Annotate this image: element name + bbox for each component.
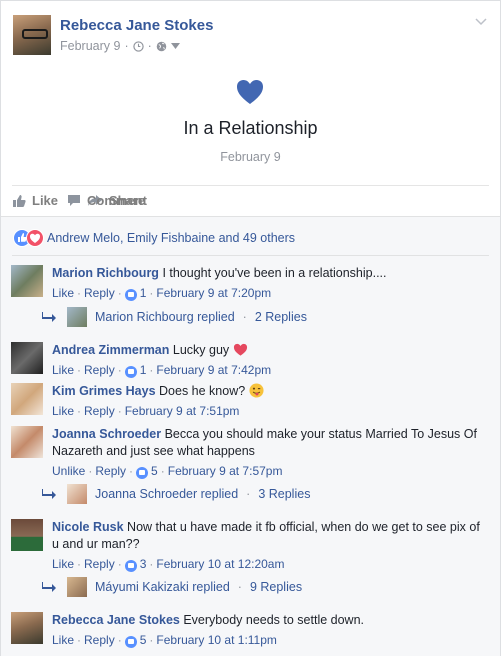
commenter-avatar[interactable] bbox=[11, 383, 43, 415]
comment-like-count[interactable]: 1 bbox=[140, 285, 147, 302]
comment-meta: Like · Reply · 3 · February 10 at 12:20a… bbox=[52, 556, 285, 573]
author-name[interactable]: Rebecca Jane Stokes bbox=[60, 17, 213, 34]
author-avatar[interactable] bbox=[13, 15, 51, 55]
comment-meta: Like · Reply · 1 · February 9 at 7:20pm bbox=[52, 285, 272, 302]
comment-meta: Like · Reply · 1 · February 9 at 7:42pm bbox=[52, 362, 272, 379]
clock-icon bbox=[132, 40, 144, 52]
comment-like-count[interactable]: 1 bbox=[140, 362, 147, 379]
like-count-icon bbox=[124, 288, 137, 301]
comment-date[interactable]: February 9 at 7:20pm bbox=[156, 285, 271, 302]
comment-reply-link[interactable]: Reply bbox=[84, 556, 115, 573]
comment-meta: Like · Reply · February 9 at 7:51pm bbox=[52, 403, 240, 420]
comment-text: Lucky guy bbox=[172, 343, 230, 357]
reactions-names[interactable]: Andrew Melo, Emily Fishbaine and 49 othe… bbox=[47, 231, 295, 245]
commenter-avatar[interactable] bbox=[11, 519, 43, 551]
comment-reply-link[interactable]: Reply bbox=[95, 463, 126, 480]
commenter-avatar[interactable] bbox=[11, 265, 43, 297]
globe-icon[interactable] bbox=[156, 41, 167, 52]
replies-count[interactable]: 9 Replies bbox=[250, 580, 302, 594]
commenter-name[interactable]: Joanna Schroeder bbox=[52, 427, 161, 441]
like-count-icon bbox=[124, 365, 137, 378]
comment-date[interactable]: February 9 at 7:51pm bbox=[125, 403, 240, 420]
comment-reply-link[interactable]: Reply bbox=[84, 285, 115, 302]
like-count-icon bbox=[136, 466, 149, 479]
like-button[interactable]: Like bbox=[12, 193, 58, 208]
comment-label: Comment bbox=[87, 193, 147, 208]
replies-count[interactable]: 3 Replies bbox=[258, 487, 310, 501]
replies-count[interactable]: 2 Replies bbox=[255, 310, 307, 324]
reply-arrow-icon bbox=[42, 489, 56, 499]
reply-arrow-icon bbox=[42, 582, 56, 592]
love-reaction-icon bbox=[26, 229, 44, 247]
comment-meta: Like · Reply · 5 · February 10 at 1:11pm bbox=[52, 632, 277, 649]
comment-meta: Unlike · Reply · 5 · February 9 at 7:57p… bbox=[52, 463, 283, 480]
reply-avatar bbox=[67, 577, 87, 597]
speech-bubble-icon bbox=[68, 195, 80, 206]
comment-like-link[interactable]: Like bbox=[52, 556, 74, 573]
comment-like-link[interactable]: Like bbox=[52, 632, 74, 649]
chevron-down-icon[interactable] bbox=[474, 15, 488, 29]
like-count-icon bbox=[124, 559, 137, 572]
comment-like-link[interactable]: Like bbox=[52, 403, 74, 420]
reactions-summary[interactable]: Andrew Melo, Emily Fishbaine and 49 othe… bbox=[13, 229, 295, 247]
commenter-avatar[interactable] bbox=[11, 426, 43, 458]
winking-tongue-emoji-icon bbox=[249, 383, 264, 398]
replies-who[interactable]: Máyumi Kakizaki replied bbox=[95, 580, 230, 594]
comment-reply-link[interactable]: Reply bbox=[84, 403, 115, 420]
reply-arrow-icon bbox=[42, 312, 56, 322]
life-event-date: February 9 bbox=[220, 150, 281, 164]
commenter-name[interactable]: Rebecca Jane Stokes bbox=[52, 613, 180, 627]
comment-text: I thought you've been in a relationship.… bbox=[162, 266, 387, 280]
post-date[interactable]: February 9 bbox=[60, 39, 120, 53]
comment-date[interactable]: February 9 at 7:42pm bbox=[156, 362, 271, 379]
commenter-name[interactable]: Nicole Rusk bbox=[52, 520, 124, 534]
post-card: Rebecca Jane Stokes February 9 · · In a … bbox=[0, 0, 501, 656]
comments-section: Andrew Melo, Emily Fishbaine and 49 othe… bbox=[1, 216, 500, 656]
reply-avatar bbox=[67, 307, 87, 327]
comment-like-link[interactable]: Like bbox=[52, 362, 74, 379]
comment-like-count[interactable]: 5 bbox=[151, 463, 158, 480]
replies-row[interactable]: Máyumi Kakizaki replied · 9 Replies bbox=[42, 577, 302, 597]
comment-date[interactable]: February 10 at 12:20am bbox=[156, 556, 284, 573]
comment-text: Everybody needs to settle down. bbox=[183, 613, 365, 627]
meta-separator: · bbox=[124, 39, 129, 53]
comment-text: Does he know? bbox=[159, 384, 246, 398]
commenter-name[interactable]: Marion Richbourg bbox=[52, 266, 159, 280]
thumbs-up-icon bbox=[13, 194, 26, 207]
like-count-icon bbox=[124, 635, 137, 648]
replies-who[interactable]: Marion Richbourg replied bbox=[95, 310, 235, 324]
replies-who[interactable]: Joanna Schroeder replied bbox=[95, 487, 238, 501]
comment-unlike-link[interactable]: Unlike bbox=[52, 463, 85, 480]
post-header: Rebecca Jane Stokes February 9 · · bbox=[1, 1, 500, 63]
commenter-name[interactable]: Andrea Zimmerman bbox=[52, 343, 169, 357]
comment-reply-link[interactable]: Reply bbox=[84, 362, 115, 379]
like-label: Like bbox=[32, 193, 59, 208]
privacy-chevron-icon[interactable] bbox=[170, 43, 180, 49]
reaction-icons bbox=[13, 229, 45, 247]
commenter-avatar[interactable] bbox=[11, 342, 43, 374]
life-event-title: In a Relationship bbox=[183, 118, 318, 138]
comment-like-count[interactable]: 5 bbox=[140, 632, 147, 649]
comment-like-link[interactable]: Like bbox=[52, 285, 74, 302]
replies-row[interactable]: Marion Richbourg replied · 2 Replies bbox=[42, 307, 307, 327]
divider bbox=[12, 255, 489, 256]
comment-button[interactable]: Comment bbox=[67, 193, 479, 208]
comment-date[interactable]: February 9 at 7:57pm bbox=[168, 463, 283, 480]
commenter-name[interactable]: Kim Grimes Hays bbox=[52, 384, 156, 398]
heart-icon bbox=[237, 80, 263, 104]
comment-reply-link[interactable]: Reply bbox=[84, 632, 115, 649]
comment-date[interactable]: February 10 at 1:11pm bbox=[156, 632, 277, 649]
commenter-avatar[interactable] bbox=[11, 612, 43, 644]
action-bar: Like Comment Share bbox=[12, 185, 489, 215]
reply-avatar bbox=[67, 484, 87, 504]
comment-like-count[interactable]: 3 bbox=[140, 556, 147, 573]
post-meta: February 9 · · bbox=[60, 39, 180, 53]
meta-separator-2: · bbox=[147, 39, 152, 53]
red-heart-emoji-icon bbox=[233, 343, 247, 356]
replies-row[interactable]: Joanna Schroeder replied · 3 Replies bbox=[42, 484, 310, 504]
